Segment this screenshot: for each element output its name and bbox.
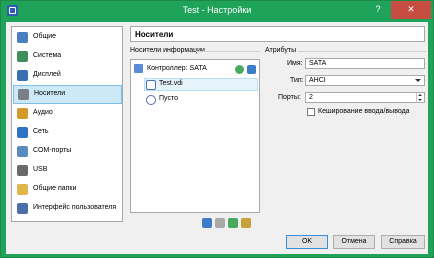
help-button[interactable]: Справка (381, 235, 425, 249)
general-icon (17, 32, 28, 43)
sidebar-item-label: Система (33, 52, 62, 59)
optical-disc-icon (146, 95, 156, 105)
speaker-icon (17, 108, 28, 119)
storage-icon (18, 89, 29, 100)
sidebar-item-label: Общие (33, 33, 57, 40)
sidebar-item-display[interactable]: Дисплей (13, 67, 122, 85)
user-interface-icon (17, 203, 28, 214)
tree-controller-label: Контроллер: SATA (147, 65, 207, 72)
io-cache-checkbox[interactable] (307, 108, 315, 116)
close-window-button[interactable]: ✕ (391, 1, 431, 19)
sidebar-item-label: USB (33, 166, 48, 173)
settings-sidebar: Общие Система Дисплей Носители Аудио Сет… (11, 26, 123, 222)
sidebar-item-general[interactable]: Общие (13, 29, 122, 47)
ports-label: Порты: (278, 94, 301, 101)
sidebar-item-label: Носители (34, 90, 66, 97)
sidebar-item-usb[interactable]: USB (13, 162, 122, 180)
attributes-label: Атрибуты (265, 47, 297, 54)
motherboard-icon (17, 51, 28, 62)
sidebar-item-label: COM-порты (33, 147, 72, 154)
monitor-icon (17, 70, 28, 81)
cancel-button[interactable]: Отмена (333, 235, 375, 249)
sidebar-item-label: Аудио (33, 109, 53, 116)
usb-icon (17, 165, 28, 176)
tree-device-label: Пусто (159, 95, 178, 102)
sidebar-item-system[interactable]: Система (13, 48, 122, 66)
storage-tree-label: Носители информации (130, 47, 205, 54)
help-window-button[interactable]: ? (367, 1, 389, 19)
sidebar-item-serial-ports[interactable]: COM-порты (13, 143, 122, 161)
network-icon (17, 127, 28, 138)
sidebar-item-shared-folders[interactable]: Общие папки (13, 181, 122, 199)
name-input[interactable]: SATA (305, 58, 425, 69)
page-title: Носители (130, 26, 425, 42)
remove-controller-icon[interactable] (215, 218, 225, 228)
remove-attachment-icon[interactable] (241, 218, 251, 228)
sidebar-item-label: Сеть (33, 128, 49, 135)
attributes-separator (298, 51, 426, 52)
name-label: Имя: (287, 60, 303, 67)
type-select[interactable]: AHCI (305, 75, 425, 86)
dialog-client: Общие Система Дисплей Носители Аудио Сет… (6, 22, 428, 254)
storage-separator (196, 51, 260, 52)
add-attachment-icon[interactable] (228, 218, 238, 228)
hard-disk-icon (146, 80, 156, 90)
sidebar-item-storage[interactable]: Носители (13, 85, 122, 104)
sidebar-item-audio[interactable]: Аудио (13, 105, 122, 123)
sidebar-item-label: Общие папки (33, 185, 77, 192)
title-bar[interactable]: Test - Настройки ? ✕ (1, 1, 433, 21)
sidebar-item-label: Интерфейс пользователя (33, 204, 117, 211)
type-label: Тип: (290, 77, 304, 84)
settings-window: Test - Настройки ? ✕ Общие Система Диспл… (0, 0, 434, 258)
ports-spinbox[interactable]: 2 (305, 92, 425, 103)
storage-tree[interactable]: Контроллер: SATA Test.vdi Пусто (130, 59, 260, 213)
sidebar-item-network[interactable]: Сеть (13, 124, 122, 142)
type-select-value: AHCI (309, 77, 326, 84)
add-controller-icon[interactable] (202, 218, 212, 228)
shared-folder-icon (17, 184, 28, 195)
sidebar-item-label: Дисплей (33, 71, 61, 78)
chevron-down-icon (415, 79, 421, 82)
spin-down-icon[interactable] (416, 98, 424, 103)
add-optical-drive-icon[interactable] (235, 65, 244, 74)
tree-device-label: Test.vdi (159, 80, 183, 87)
ok-button[interactable]: OK (286, 235, 328, 249)
add-hard-disk-icon[interactable] (247, 65, 256, 74)
ports-value: 2 (309, 94, 313, 101)
io-cache-label: Кеширование ввода/вывода (318, 108, 410, 115)
sata-controller-icon (134, 64, 143, 73)
sidebar-item-user-interface[interactable]: Интерфейс пользователя (13, 200, 122, 218)
serial-port-icon (17, 146, 28, 157)
